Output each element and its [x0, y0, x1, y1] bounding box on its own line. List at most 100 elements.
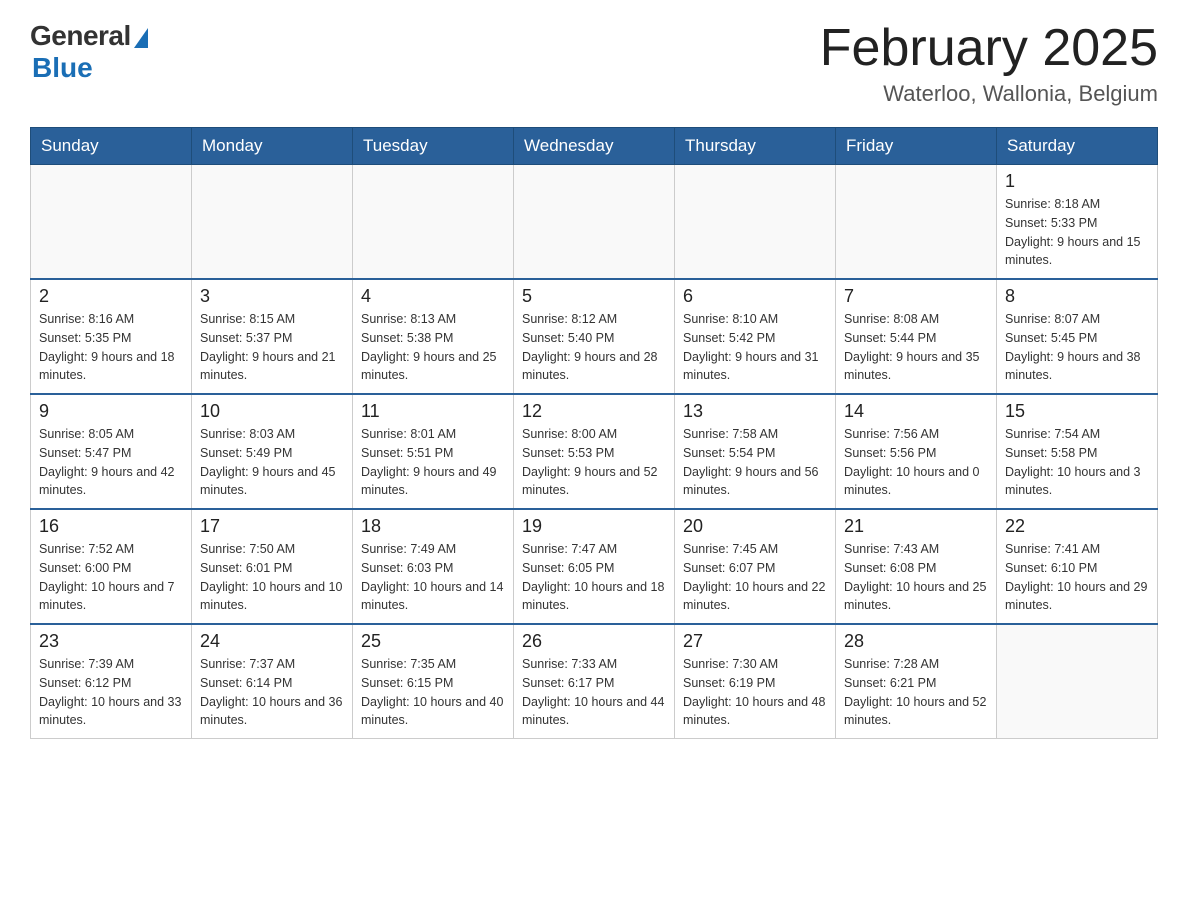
day-info: Sunrise: 7:56 AM Sunset: 5:56 PM Dayligh…: [844, 425, 988, 500]
day-info: Sunrise: 7:45 AM Sunset: 6:07 PM Dayligh…: [683, 540, 827, 615]
day-number: 10: [200, 401, 344, 422]
weekday-header: Saturday: [997, 128, 1158, 165]
day-number: 20: [683, 516, 827, 537]
calendar-cell: 7Sunrise: 8:08 AM Sunset: 5:44 PM Daylig…: [836, 279, 997, 394]
calendar-cell: [836, 165, 997, 280]
day-number: 15: [1005, 401, 1149, 422]
day-number: 21: [844, 516, 988, 537]
calendar-cell: 5Sunrise: 8:12 AM Sunset: 5:40 PM Daylig…: [514, 279, 675, 394]
calendar-cell: [997, 624, 1158, 739]
day-info: Sunrise: 8:05 AM Sunset: 5:47 PM Dayligh…: [39, 425, 183, 500]
calendar-cell: 16Sunrise: 7:52 AM Sunset: 6:00 PM Dayli…: [31, 509, 192, 624]
month-title: February 2025: [820, 20, 1158, 77]
day-number: 25: [361, 631, 505, 652]
day-info: Sunrise: 7:49 AM Sunset: 6:03 PM Dayligh…: [361, 540, 505, 615]
weekday-header: Monday: [192, 128, 353, 165]
logo-general-text: General: [30, 20, 131, 52]
calendar-cell: 13 Sunrise: 7:58 AM Sunset: 5:54 PM Dayli…: [675, 394, 836, 509]
calendar-cell: [192, 165, 353, 280]
calendar-cell: 14 Sunrise: 7:56 AM Sunset: 5:56 PM Dayli…: [836, 394, 997, 509]
calendar-cell: 22Sunrise: 7:41 AM Sunset: 6:10 PM Dayli…: [997, 509, 1158, 624]
day-info: Sunrise: 7:41 AM Sunset: 6:10 PM Dayligh…: [1005, 540, 1149, 615]
calendar-cell: 21 Sunrise: 7:43 AM Sunset: 6:08 PM Dayli…: [836, 509, 997, 624]
day-info: Sunrise: 7:50 AM Sunset: 6:01 PM Dayligh…: [200, 540, 344, 615]
calendar-week-row: 16Sunrise: 7:52 AM Sunset: 6:00 PM Dayli…: [31, 509, 1158, 624]
day-number: 14: [844, 401, 988, 422]
day-info: Sunrise: 8:10 AM Sunset: 5:42 PM Dayligh…: [683, 310, 827, 385]
day-info: Sunrise: 8:16 AM Sunset: 5:35 PM Dayligh…: [39, 310, 183, 385]
weekday-header-row: SundayMondayTuesdayWednesdayThursdayFrid…: [31, 128, 1158, 165]
calendar-cell: 27Sunrise: 7:30 AM Sunset: 6:19 PM Dayli…: [675, 624, 836, 739]
day-number: 12: [522, 401, 666, 422]
calendar-cell: 23 Sunrise: 7:39 AM Sunset: 6:12 PM Dayli…: [31, 624, 192, 739]
day-info: Sunrise: 7:54 AM Sunset: 5:58 PM Dayligh…: [1005, 425, 1149, 500]
location: Waterloo, Wallonia, Belgium: [820, 81, 1158, 107]
calendar-cell: 1 Sunrise: 8:18 AM Sunset: 5:33 PM Daylig…: [997, 165, 1158, 280]
calendar-cell: 9 Sunrise: 8:05 AM Sunset: 5:47 PM Daylig…: [31, 394, 192, 509]
day-info: Sunrise: 7:33 AM Sunset: 6:17 PM Dayligh…: [522, 655, 666, 730]
day-info: Sunrise: 7:39 AM Sunset: 6:12 PM Dayligh…: [39, 655, 183, 730]
calendar-cell: [353, 165, 514, 280]
day-info: Sunrise: 7:58 AM Sunset: 5:54 PM Dayligh…: [683, 425, 827, 500]
calendar-cell: 19 Sunrise: 7:47 AM Sunset: 6:05 PM Dayli…: [514, 509, 675, 624]
day-number: 11: [361, 401, 505, 422]
calendar-cell: 18 Sunrise: 7:49 AM Sunset: 6:03 PM Dayli…: [353, 509, 514, 624]
day-number: 1: [1005, 171, 1149, 192]
calendar-week-row: 23 Sunrise: 7:39 AM Sunset: 6:12 PM Dayli…: [31, 624, 1158, 739]
day-number: 16: [39, 516, 183, 537]
calendar-cell: 20 Sunrise: 7:45 AM Sunset: 6:07 PM Dayli…: [675, 509, 836, 624]
calendar-cell: 15 Sunrise: 7:54 AM Sunset: 5:58 PM Dayli…: [997, 394, 1158, 509]
day-number: 7: [844, 286, 988, 307]
day-info: Sunrise: 8:00 AM Sunset: 5:53 PM Dayligh…: [522, 425, 666, 500]
calendar-cell: 28Sunrise: 7:28 AM Sunset: 6:21 PM Dayli…: [836, 624, 997, 739]
calendar-cell: [31, 165, 192, 280]
calendar-cell: 11 Sunrise: 8:01 AM Sunset: 5:51 PM Dayli…: [353, 394, 514, 509]
calendar-cell: [675, 165, 836, 280]
logo-triangle-icon: [134, 28, 148, 48]
calendar-cell: 25 Sunrise: 7:35 AM Sunset: 6:15 PM Dayli…: [353, 624, 514, 739]
day-info: Sunrise: 8:18 AM Sunset: 5:33 PM Dayligh…: [1005, 195, 1149, 270]
calendar-cell: [514, 165, 675, 280]
day-number: 18: [361, 516, 505, 537]
day-info: Sunrise: 8:01 AM Sunset: 5:51 PM Dayligh…: [361, 425, 505, 500]
calendar-cell: 2 Sunrise: 8:16 AM Sunset: 5:35 PM Daylig…: [31, 279, 192, 394]
day-info: Sunrise: 7:30 AM Sunset: 6:19 PM Dayligh…: [683, 655, 827, 730]
day-number: 9: [39, 401, 183, 422]
day-number: 5: [522, 286, 666, 307]
calendar-week-row: 9 Sunrise: 8:05 AM Sunset: 5:47 PM Daylig…: [31, 394, 1158, 509]
day-number: 19: [522, 516, 666, 537]
calendar-cell: 24Sunrise: 7:37 AM Sunset: 6:14 PM Dayli…: [192, 624, 353, 739]
day-info: Sunrise: 7:37 AM Sunset: 6:14 PM Dayligh…: [200, 655, 344, 730]
day-number: 6: [683, 286, 827, 307]
day-info: Sunrise: 8:07 AM Sunset: 5:45 PM Dayligh…: [1005, 310, 1149, 385]
day-number: 4: [361, 286, 505, 307]
page-header: General Blue February 2025 Waterloo, Wal…: [30, 20, 1158, 107]
weekday-header: Sunday: [31, 128, 192, 165]
day-number: 2: [39, 286, 183, 307]
day-number: 3: [200, 286, 344, 307]
day-info: Sunrise: 7:47 AM Sunset: 6:05 PM Dayligh…: [522, 540, 666, 615]
day-info: Sunrise: 7:35 AM Sunset: 6:15 PM Dayligh…: [361, 655, 505, 730]
calendar-cell: 4 Sunrise: 8:13 AM Sunset: 5:38 PM Daylig…: [353, 279, 514, 394]
day-number: 17: [200, 516, 344, 537]
weekday-header: Thursday: [675, 128, 836, 165]
weekday-header: Tuesday: [353, 128, 514, 165]
weekday-header: Friday: [836, 128, 997, 165]
day-number: 28: [844, 631, 988, 652]
day-number: 26: [522, 631, 666, 652]
day-info: Sunrise: 8:13 AM Sunset: 5:38 PM Dayligh…: [361, 310, 505, 385]
calendar-week-row: 2 Sunrise: 8:16 AM Sunset: 5:35 PM Daylig…: [31, 279, 1158, 394]
calendar-cell: 10Sunrise: 8:03 AM Sunset: 5:49 PM Dayli…: [192, 394, 353, 509]
calendar-week-row: 1 Sunrise: 8:18 AM Sunset: 5:33 PM Daylig…: [31, 165, 1158, 280]
day-number: 13: [683, 401, 827, 422]
calendar-cell: 12 Sunrise: 8:00 AM Sunset: 5:53 PM Dayli…: [514, 394, 675, 509]
logo: General Blue: [30, 20, 148, 84]
day-info: Sunrise: 8:15 AM Sunset: 5:37 PM Dayligh…: [200, 310, 344, 385]
day-number: 23: [39, 631, 183, 652]
calendar-cell: 6 Sunrise: 8:10 AM Sunset: 5:42 PM Daylig…: [675, 279, 836, 394]
logo-blue-text: Blue: [32, 52, 93, 84]
calendar-table: SundayMondayTuesdayWednesdayThursdayFrid…: [30, 127, 1158, 739]
day-info: Sunrise: 7:43 AM Sunset: 6:08 PM Dayligh…: [844, 540, 988, 615]
calendar-cell: 26 Sunrise: 7:33 AM Sunset: 6:17 PM Dayli…: [514, 624, 675, 739]
calendar-cell: 17 Sunrise: 7:50 AM Sunset: 6:01 PM Dayli…: [192, 509, 353, 624]
